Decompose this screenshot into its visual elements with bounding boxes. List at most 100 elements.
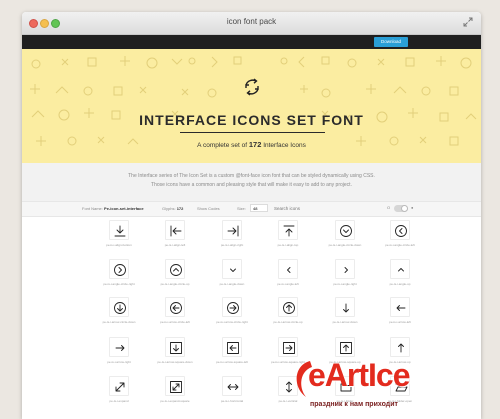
icon-preview-box[interactable] <box>222 297 242 317</box>
align-bottom-icon <box>114 225 126 237</box>
circle-arrow-right-icon <box>227 302 239 314</box>
chevron-left-icon <box>287 267 291 273</box>
align-left-icon <box>170 225 182 237</box>
icon-name-label: pe-is-i-align-left <box>164 243 186 247</box>
icon-tile-arrow-right[interactable]: pe-is-i-arrow-right <box>91 337 147 373</box>
square-arrow-right-icon <box>283 342 295 354</box>
icon-tile-diagonal-expand[interactable]: pe-is-i-expand <box>91 376 147 412</box>
icon-preview-box[interactable] <box>390 337 410 357</box>
icon-name-label: pe-is-i-angle-circle-right <box>103 282 135 286</box>
arrow-down-icon <box>343 303 349 313</box>
circle-arrow-up-icon <box>283 302 295 314</box>
icon-preview-box[interactable] <box>109 297 129 317</box>
align-top-icon <box>283 225 295 237</box>
icon-tile-circle-chevron-right[interactable]: pe-is-i-angle-circle-right <box>91 259 147 295</box>
circle-chevron-left-icon <box>395 225 407 237</box>
icon-tile-chevron-up[interactable]: pe-is-i-angle-up <box>372 259 428 295</box>
arrow-horizontal-icon <box>227 384 239 390</box>
icon-preview-box[interactable] <box>278 220 298 240</box>
icon-preview-box[interactable] <box>165 297 185 317</box>
icon-tile-circle-arrow-left[interactable]: pe-is-i-arrow-circle-left <box>147 297 203 333</box>
icon-name-label: pe-is-i-angle-circle-up <box>160 282 190 286</box>
icon-preview-box[interactable] <box>390 259 410 279</box>
icon-preview-box[interactable] <box>335 259 355 279</box>
circle-arrow-left-icon <box>170 302 182 314</box>
icon-name-label: pe-is-i-arrow-circle-right <box>216 320 248 324</box>
icon-tile-chevron-left[interactable]: pe-is-i-angle-left <box>260 259 316 295</box>
icon-preview-box[interactable] <box>335 337 355 357</box>
square-arrow-down-icon <box>170 342 182 354</box>
arrow-up-icon <box>398 343 404 353</box>
icon-tile-circle-chevron-up[interactable]: pe-is-i-angle-circle-up <box>147 259 203 295</box>
icon-preview-box[interactable] <box>222 220 242 240</box>
icon-tile-square-arrow-down[interactable]: pe-is-i-arrow-square-down <box>147 337 203 373</box>
icon-tile-arrow-horizontal[interactable]: pe-is-i-horizontal <box>204 376 260 412</box>
square-arrow-up-icon <box>340 342 352 354</box>
icon-preview-box[interactable] <box>222 376 242 396</box>
icon-name-label: pe-is-i-arrow-right <box>107 360 131 364</box>
icon-preview-box[interactable] <box>222 337 242 357</box>
icon-preview-box[interactable] <box>335 220 355 240</box>
icon-tile-chevron-down[interactable]: pe-is-i-angle-down <box>204 259 260 295</box>
icon-name-label: pe-is-i-arrow-circle-left <box>160 320 190 324</box>
arrow-left-icon <box>396 305 406 311</box>
icon-name-label: pe-is-i-arrow-square-left <box>216 360 248 364</box>
circle-arrow-down-icon <box>114 302 126 314</box>
icon-name-label: pe-is-i-arrow-circle-down <box>102 320 136 324</box>
icon-name-label: pe-is-i-horizontal <box>220 399 244 403</box>
icon-preview-box[interactable] <box>390 220 410 240</box>
icon-preview-box[interactable] <box>335 297 355 317</box>
icon-preview-box[interactable] <box>278 259 298 279</box>
icon-name-label: pe-is-i-angle-left <box>277 282 299 286</box>
icon-tile-circle-chevron-down[interactable]: pe-is-i-angle-circle-down <box>317 220 373 256</box>
icon-tile-square-arrow-left[interactable]: pe-is-i-arrow-square-left <box>204 337 260 373</box>
icon-tile-arrow-down[interactable]: pe-is-i-arrow-down <box>317 297 373 333</box>
icon-tile-diagonal-expand-square[interactable]: pe-is-i-expand-square <box>147 376 203 412</box>
icon-name-label: pe-is-i-arrow-circle-up <box>273 320 303 324</box>
arrow-right-icon <box>115 345 125 351</box>
icon-name-label: pe-is-i-align-top <box>277 243 299 247</box>
icon-preview-box[interactable] <box>390 297 410 317</box>
icon-tile-arrow-left[interactable]: pe-is-i-arrow-left <box>372 297 428 333</box>
align-right-icon <box>227 225 239 237</box>
circle-chevron-right-icon <box>114 264 126 276</box>
icon-name-label: pe-is-i-arrow-down <box>332 320 358 324</box>
icon-tile-align-bottom[interactable]: pe-is-i-align-bottom <box>91 220 147 256</box>
icon-name-label: pe-is-i-expand-square <box>160 399 190 403</box>
icon-preview-box[interactable] <box>222 259 242 279</box>
icon-tile-align-right[interactable]: pe-is-i-align-right <box>204 220 260 256</box>
icon-name-label: pe-is-i-arrow-left <box>389 320 411 324</box>
icon-preview-box[interactable] <box>109 376 129 396</box>
icon-name-label: pe-is-i-align-bottom <box>106 243 132 247</box>
icon-name-label: pe-is-i-align-right <box>220 243 244 247</box>
icon-preview-box[interactable] <box>109 220 129 240</box>
watermark: eArtIce праздник к нам приходит <box>290 355 480 419</box>
icon-preview-box[interactable] <box>165 337 185 357</box>
icon-preview-box[interactable] <box>165 220 185 240</box>
circle-chevron-up-icon <box>170 264 182 276</box>
icon-preview-box[interactable] <box>278 337 298 357</box>
chevron-down-icon <box>230 268 236 272</box>
watermark-brand: eArtIce <box>308 357 410 393</box>
icon-preview-box[interactable] <box>278 297 298 317</box>
icon-tile-align-left[interactable]: pe-is-i-align-left <box>147 220 203 256</box>
icon-name-label: pe-is-i-angle-right <box>333 282 357 286</box>
diagonal-expand-icon <box>115 382 125 392</box>
icon-preview-box[interactable] <box>165 376 185 396</box>
icon-preview-box[interactable] <box>165 259 185 279</box>
icon-tile-chevron-right[interactable]: pe-is-i-angle-right <box>317 259 373 295</box>
icon-tile-circle-chevron-left[interactable]: pe-is-i-angle-circle-left <box>372 220 428 256</box>
icon-name-label: pe-is-i-angle-circle-down <box>328 243 362 247</box>
icon-preview-box[interactable] <box>109 259 129 279</box>
icon-name-label: pe-is-i-angle-down <box>219 282 245 286</box>
chevron-up-icon <box>398 268 404 272</box>
icon-name-label: pe-is-i-arrow-square-down <box>157 360 193 364</box>
icon-tile-circle-arrow-right[interactable]: pe-is-i-arrow-circle-right <box>204 297 260 333</box>
icon-preview-box[interactable] <box>109 337 129 357</box>
icon-name-label: pe-is-i-angle-circle-left <box>385 243 415 247</box>
diagonal-expand-square-icon <box>170 381 182 393</box>
icon-tile-align-top[interactable]: pe-is-i-align-top <box>260 220 316 256</box>
icon-tile-circle-arrow-up[interactable]: pe-is-i-arrow-circle-up <box>260 297 316 333</box>
square-arrow-left-icon <box>227 342 239 354</box>
icon-tile-circle-arrow-down[interactable]: pe-is-i-arrow-circle-down <box>91 297 147 333</box>
